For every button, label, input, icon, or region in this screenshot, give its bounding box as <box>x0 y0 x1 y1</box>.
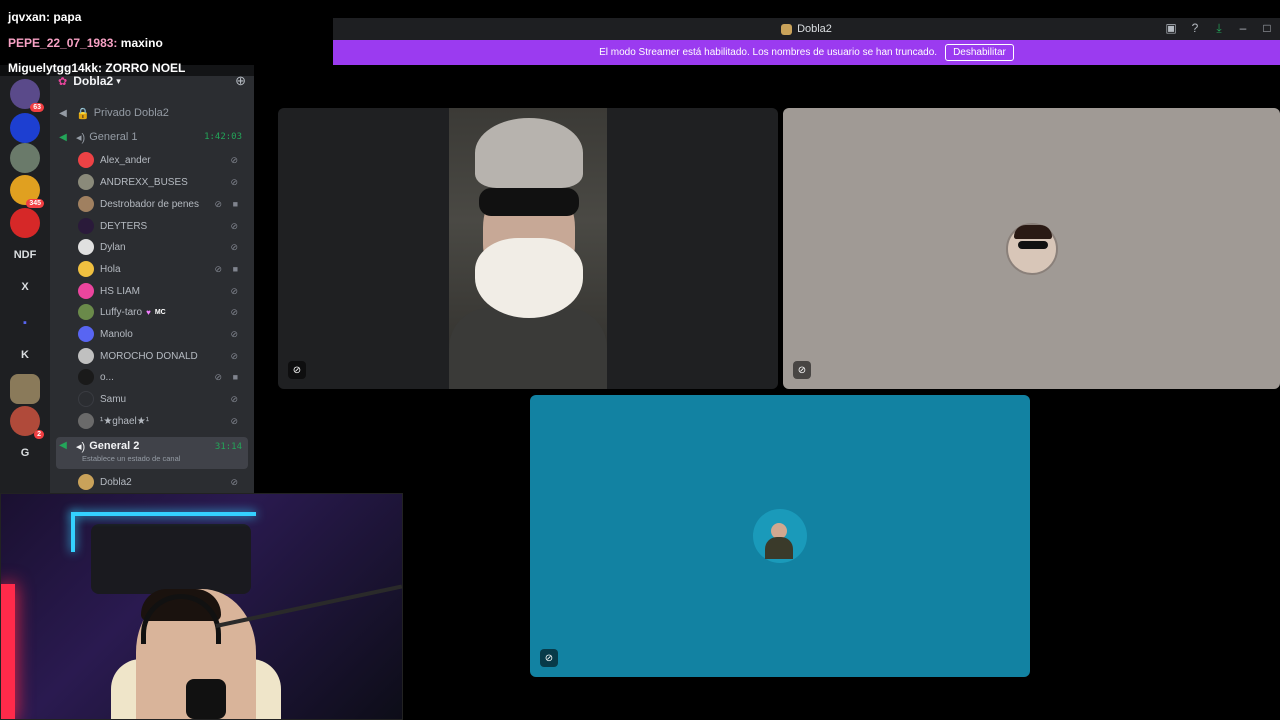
mic-muted-icon: ⊘ <box>214 371 222 382</box>
chat-message: PEPE_22_07_1983: maxino <box>8 35 163 50</box>
mic-muted-icon: ⊘ <box>230 393 238 404</box>
mic-muted-icon: ⊘ <box>288 361 306 379</box>
voice-user[interactable]: Hola ⊘ ■ <box>78 259 248 279</box>
mic-muted-icon: ⊘ <box>230 154 238 165</box>
server-item[interactable] <box>10 113 40 143</box>
speaker-icon: ◀ <box>59 107 67 119</box>
server-item[interactable]: 63 <box>10 79 44 112</box>
video-icon: ■ <box>232 372 238 382</box>
camera-feed <box>449 108 607 389</box>
voice-user[interactable]: HS LIAM ⊘ <box>78 281 248 301</box>
channel-status[interactable]: Establece un estado de canal <box>82 454 180 463</box>
mic-muted-icon: ⊘ <box>793 361 811 379</box>
chat-message: jqvxan: papa <box>8 10 82 24</box>
avatar <box>78 391 94 407</box>
chat-message: Miguelytgg14kk: ZORRO NOEL <box>8 61 186 75</box>
mic-muted-icon: ⊘ <box>214 263 222 274</box>
server-item[interactable] <box>10 374 40 404</box>
voice-user[interactable]: Destrobador de penes ⊘ ■ <box>78 194 248 214</box>
mic-muted-icon: ⊘ <box>230 285 238 296</box>
user-tag: MC <box>154 308 166 316</box>
channel-sidebar: ✿ Dobla2 ▾ ⊕ ◀ 🔒 Privado Dobla2 ◀ ◂) Gen… <box>50 65 254 495</box>
disable-streamer-mode-button[interactable]: Deshabilitar <box>945 44 1014 61</box>
avatar <box>78 304 94 320</box>
server-item[interactable]: G <box>10 438 40 468</box>
avatar <box>78 369 94 385</box>
participant-avatar <box>1006 223 1058 275</box>
avatar <box>78 218 94 234</box>
stream-chat-overlay: jqvxan: papa PEPE_22_07_1983: maxino Mig… <box>0 0 333 76</box>
avatar <box>78 326 94 342</box>
server-item[interactable] <box>10 208 40 238</box>
voice-user[interactable]: Samu ⊘ <box>78 389 248 409</box>
voice-user[interactable]: Luffy-taro ♥ MC ⊘ <box>78 302 248 322</box>
inbox-icon[interactable]: ▣ <box>1164 21 1178 35</box>
banner-text: El modo Streamer está habilitado. Los no… <box>599 47 938 58</box>
participant-avatar <box>753 509 807 563</box>
server-item[interactable]: K <box>10 340 40 370</box>
voice-user[interactable]: o... ⊘ ■ <box>78 367 248 387</box>
avatar <box>78 283 94 299</box>
streamer-mode-banner: El modo Streamer está habilitado. Los no… <box>333 40 1280 65</box>
avatar <box>78 413 94 429</box>
channel-general-2[interactable]: ◀ ◂) General 2 31:14 Establece un estado… <box>56 437 248 469</box>
window-titlebar: Dobla2 ▣ ? ⤓ – □ <box>333 18 1280 40</box>
help-icon[interactable]: ? <box>1188 21 1202 35</box>
server-item[interactable]: NDF <box>10 240 40 270</box>
mic-muted-icon: ⊘ <box>540 649 558 667</box>
server-list: 63 345 NDF X ▪ K 2 G <box>0 65 50 495</box>
avatar <box>78 152 94 168</box>
video-icon: ■ <box>232 264 238 274</box>
video-tile[interactable]: ⊘ <box>783 108 1280 389</box>
call-timer: 1:42:03 <box>204 132 242 142</box>
volume-icon: ◂) <box>76 131 86 144</box>
camera-icon: ⊘ <box>214 198 222 209</box>
server-item[interactable]: X <box>10 272 40 302</box>
volume-icon: ◂) <box>76 441 86 453</box>
window-title: Dobla2 <box>797 23 832 35</box>
video-tile[interactable]: ⊘ <box>530 395 1030 677</box>
video-tile[interactable]: ⊘ <box>278 108 778 389</box>
mic-muted-icon: ⊘ <box>230 176 238 187</box>
maximize-icon[interactable]: □ <box>1260 21 1274 35</box>
mic-muted-icon: ⊘ <box>230 476 238 487</box>
video-icon: ■ <box>232 199 238 209</box>
mic-muted-icon: ⊘ <box>230 241 238 252</box>
download-icon[interactable]: ⤓ <box>1212 21 1226 35</box>
channel-general-1[interactable]: ◀ ◂) General 1 1:42:03 <box>56 127 248 147</box>
mic-muted-icon: ⊘ <box>230 328 238 339</box>
voice-user[interactable]: ANDREXX_BUSES ⊘ <box>78 172 248 192</box>
avatar <box>78 239 94 255</box>
voice-user[interactable]: DEYTERS ⊘ <box>78 216 248 236</box>
heart-icon: ♥ <box>146 307 151 317</box>
avatar <box>78 196 94 212</box>
streamer-webcam <box>0 493 403 720</box>
mic-muted-icon: ⊘ <box>230 415 238 426</box>
voice-user[interactable]: ¹★ghael★¹ ⊘ <box>78 411 248 431</box>
voice-user[interactable]: MOROCHO DONALD ⊘ <box>78 346 248 366</box>
avatar <box>78 261 94 277</box>
server-item[interactable]: 2 <box>10 406 44 439</box>
mic-muted-icon: ⊘ <box>230 220 238 231</box>
voice-user[interactable]: Dobla2 ⊘ <box>78 472 248 492</box>
speaker-icon: ◀ <box>59 131 67 143</box>
server-folder[interactable]: ▪ <box>10 308 40 338</box>
lock-icon: 🔒 <box>76 107 90 120</box>
voice-user[interactable]: Dylan ⊘ <box>78 237 248 257</box>
avatar <box>78 174 94 190</box>
mic-muted-icon: ⊘ <box>230 350 238 361</box>
server-item[interactable] <box>10 143 40 173</box>
minimize-icon[interactable]: – <box>1236 21 1250 35</box>
voice-user[interactable]: Manolo ⊘ <box>78 324 248 344</box>
voice-user[interactable]: Alex_ander ⊘ <box>78 150 248 170</box>
avatar <box>78 474 94 490</box>
speaker-icon: ◀ <box>59 440 67 451</box>
channel-private-dobla2[interactable]: ◀ 🔒 Privado Dobla2 <box>56 103 248 123</box>
mic-muted-icon: ⊘ <box>230 306 238 317</box>
call-timer: 31:14 <box>214 442 242 452</box>
server-item[interactable]: 345 <box>10 175 44 208</box>
server-icon <box>781 23 793 35</box>
avatar <box>78 348 94 364</box>
